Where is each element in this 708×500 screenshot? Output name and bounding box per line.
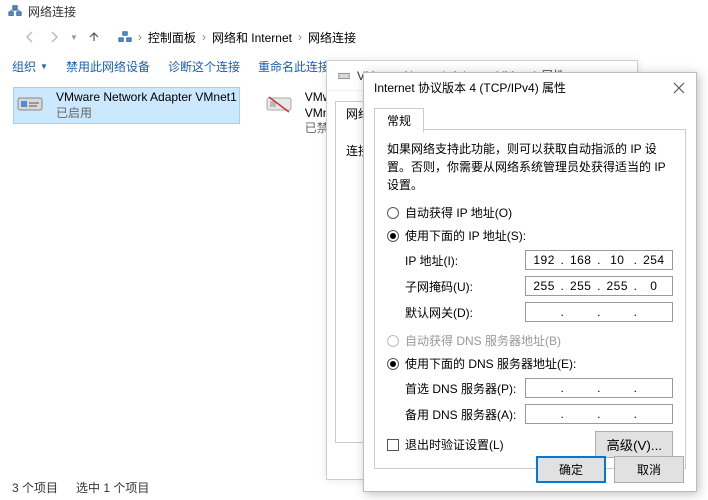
dns1-input[interactable]: ... [525,378,673,398]
toolbar-diagnose[interactable]: 诊断这个连接 [168,58,240,75]
nav-up-button[interactable] [84,27,104,47]
organize-menu[interactable]: 组织 [12,58,36,75]
adapter-name: VMware Network Adapter VMnet1 [56,90,237,106]
gateway-input[interactable]: ... [525,302,673,322]
subnet-mask-input[interactable]: 255.255.255.0 [525,276,673,296]
dns2-label: 备用 DNS 服务器(A): [405,406,525,423]
gateway-label: 默认网关(D): [405,304,525,321]
chevron-right-icon: › [138,30,142,44]
nav-forward-button[interactable] [44,27,64,47]
radio-icon [387,358,399,370]
radio-icon [387,335,399,347]
selection-count: 选中 1 个项目 [76,479,149,496]
dns1-label: 首选 DNS 服务器(P): [405,380,525,397]
breadcrumb-bar: ▼ › 控制面板 › 网络和 Internet › 网络连接 [10,24,698,50]
dropdown-icon: ▼ [40,62,48,71]
ip-address-label: IP 地址(I): [405,252,525,269]
close-icon[interactable] [672,81,686,95]
cancel-button[interactable]: 取消 [614,456,684,483]
ok-button[interactable]: 确定 [536,456,606,483]
description-text: 如果网络支持此功能，则可以获取自动指派的 IP 设置。否则，你需要从网络系统管理… [387,140,673,194]
adapter-small-icon [337,69,351,83]
chevron-right-icon: › [298,30,302,44]
ipv4-properties-dialog: Internet 协议版本 4 (TCP/IPv4) 属性 常规 如果网络支持此… [363,72,697,492]
window-title-bar: 网络连接 [0,0,708,22]
breadcrumb-item[interactable]: 网络连接 [308,29,356,46]
advanced-button[interactable]: 高级(V)... [595,431,673,458]
nav-recent-dropdown[interactable]: ▼ [70,33,78,42]
adapter-icon [265,92,297,118]
window-title: 网络连接 [28,3,76,20]
radio-auto-dns: 自动获得 DNS 服务器地址(B) [387,332,673,349]
breadcrumb-item[interactable]: 网络和 Internet [212,29,292,46]
item-count: 3 个项目 [12,479,58,496]
status-bar: 3 个项目 选中 1 个项目 [12,479,149,496]
adapter-status: 已启用 [56,106,237,122]
ip-address-input[interactable]: 192.168.10.254 [525,250,673,270]
chevron-right-icon: › [202,30,206,44]
dns2-input[interactable]: ... [525,404,673,424]
checkbox-icon [387,439,399,451]
dialog-title: Internet 协议版本 4 (TCP/IPv4) 属性 [374,79,566,96]
nav-back-button[interactable] [20,27,40,47]
network-icon [8,4,22,18]
toolbar-rename[interactable]: 重命名此连接 [258,58,330,75]
adapter-icon [16,92,48,118]
adapter-item[interactable]: VMware Network Adapter VMnet1 已启用 [14,88,239,123]
breadcrumb-icon [118,30,132,44]
tab-general[interactable]: 常规 [374,108,424,133]
toolbar-disable[interactable]: 禁用此网络设备 [66,58,150,75]
radio-manual-dns[interactable]: 使用下面的 DNS 服务器地址(E): [387,355,673,372]
radio-icon [387,207,399,219]
radio-manual-ip[interactable]: 使用下面的 IP 地址(S): [387,227,673,244]
radio-icon [387,230,399,242]
radio-auto-ip[interactable]: 自动获得 IP 地址(O) [387,204,673,221]
subnet-mask-label: 子网掩码(U): [405,278,525,295]
breadcrumb-item[interactable]: 控制面板 [148,29,196,46]
